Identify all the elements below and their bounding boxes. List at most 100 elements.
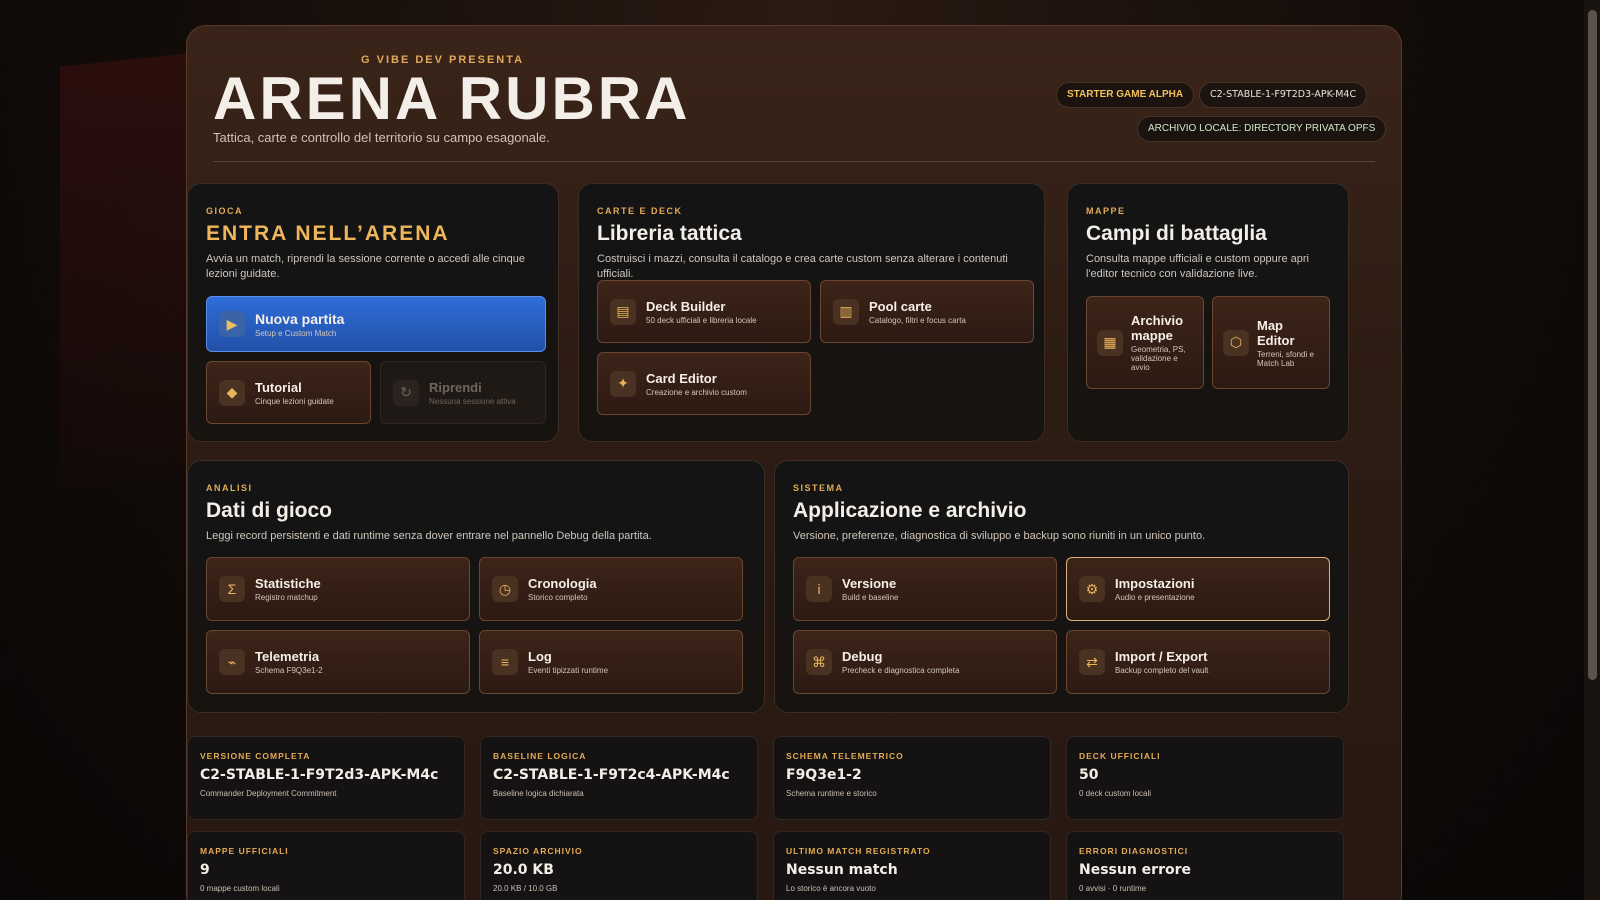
stat-last-match: ULTIMO MATCH REGISTRATO Nessun match Lo …: [773, 831, 1051, 900]
stat-value: 20.0 KB: [493, 862, 554, 878]
log-sub: Eventi tipizzati runtime: [528, 666, 609, 675]
command-icon: ⌘: [806, 649, 832, 675]
statistics-sub: Registro matchup: [255, 593, 318, 602]
stat-key: BASELINE LOGICA: [493, 751, 587, 761]
stat-key: SCHEMA TELEMETRICO: [786, 751, 904, 761]
system-card: SISTEMA Applicazione e archivio Versione…: [774, 460, 1349, 713]
import-export-button[interactable]: ⇄ Import / Export Backup completo del vau…: [1066, 630, 1330, 694]
archive-badge: ARCHIVIO LOCALE: DIRECTORY PRIVATA OPFS: [1137, 116, 1387, 142]
analysis-eyebrow: ANALISI: [206, 483, 253, 493]
play-card: GIOCA ENTRA NELL’ARENA Avvia un match, r…: [187, 183, 559, 442]
stat-sub: Commander Deployment Commitment: [200, 789, 337, 798]
stat-value: 50: [1079, 767, 1099, 783]
card-pool-sub: Catalogo, filtri e focus carta: [869, 315, 966, 325]
map-archive-label: Archivio mappe: [1131, 313, 1184, 343]
debug-button[interactable]: ⌘ Debug Precheck e diagnostica completa: [793, 630, 1057, 694]
map-archive-button[interactable]: ▦ Archivio mappe Geometria, PS, validazio…: [1086, 296, 1204, 389]
statistics-label: Statistiche: [255, 576, 321, 591]
play-desc: Avvia un match, riprendi la sessione cor…: [206, 253, 525, 280]
resume-sub: Nessuna sessione attiva: [429, 396, 516, 406]
new-match-label: Nuova partita: [255, 310, 345, 327]
cards-card: CARTE E DECK Libreria tattica Costruisci…: [578, 183, 1045, 442]
stat-telemetry-schema: SCHEMA TELEMETRICO F9Q3e1-2 Schema runti…: [773, 736, 1051, 820]
stat-official-maps: MAPPE UFFICIALI 9 0 mappe custom locali: [187, 831, 465, 900]
stat-baseline: BASELINE LOGICA C2-STABLE-1-F9T2c4-APK-M…: [480, 736, 758, 820]
hexagon-icon: ⬡: [1223, 329, 1249, 356]
tutorial-sub: Cinque lezioni guidate: [255, 396, 334, 406]
stat-sub: Baseline logica dichiarata: [493, 789, 584, 798]
version-button[interactable]: i Versione Build e baseline: [793, 557, 1057, 621]
cards-eyebrow: CARTE E DECK: [597, 206, 683, 216]
statistics-button[interactable]: Σ Statistiche Registro matchup: [206, 557, 470, 621]
maps-card: MAPPE Campi di battaglia Consulta mappe …: [1067, 183, 1349, 442]
stat-archive-space: SPAZIO ARCHIVIO 20.0 KB 20.0 KB / 10.0 G…: [480, 831, 758, 900]
analysis-desc: Leggi record persistenti e dati runtime …: [206, 530, 652, 542]
game-subtitle: Tattica, carte e controllo del territori…: [213, 130, 550, 145]
map-editor-button[interactable]: ⬡ Map Editor Terreni, sfondi e Match Lab: [1212, 296, 1330, 389]
stat-diagnostic-errors: ERRORI DIAGNOSTICI Nessun errore 0 avvis…: [1066, 831, 1344, 900]
card-editor-sub: Creazione e archivio custom: [646, 387, 747, 397]
log-button[interactable]: ≡ Log Eventi tipizzati runtime: [479, 630, 743, 694]
card-editor-label: Card Editor: [646, 370, 717, 386]
new-match-button[interactable]: ▶ Nuova partita Setup e Custom Match: [206, 296, 546, 352]
sparkle-icon: ✦: [610, 370, 636, 397]
new-match-sub: Setup e Custom Match: [255, 328, 337, 338]
hero-header: G VIBE DEV PRESENTA ARENA RUBRA Tattica,…: [213, 26, 1387, 162]
history-button[interactable]: ◷ Cronologia Storico completo: [479, 557, 743, 621]
stat-key: SPAZIO ARCHIVIO: [493, 846, 583, 856]
background-banner: [60, 53, 190, 487]
stat-key: DECK UFFICIALI: [1079, 751, 1161, 761]
main-menu-panel: G VIBE DEV PRESENTA ARENA RUBRA Tattica,…: [186, 25, 1402, 900]
sigma-icon: Σ: [219, 576, 245, 602]
telemetry-label: Telemetria: [255, 649, 320, 664]
stat-sub: 20.0 KB / 10.0 GB: [493, 884, 558, 893]
stat-key: MAPPE UFFICIALI: [200, 846, 289, 856]
version-label: Versione: [842, 576, 897, 591]
play-eyebrow: GIOCA: [206, 206, 244, 216]
telemetry-sub: Schema F9Q3e1-2: [255, 666, 323, 675]
stat-key: ERRORI DIAGNOSTICI: [1079, 846, 1189, 856]
scrollbar-thumb[interactable]: [1588, 10, 1597, 680]
import-export-label: Import / Export: [1115, 649, 1208, 664]
columns-icon: ▥: [833, 298, 859, 325]
resume-button[interactable]: ↻ Riprendi Nessuna sessione attiva: [380, 361, 546, 424]
play-icon: ▶: [219, 311, 245, 337]
edition-badge: STARTER GAME ALPHA: [1056, 82, 1195, 108]
map-grid-icon: ▦: [1097, 329, 1123, 356]
resume-label: Riprendi: [429, 379, 482, 395]
settings-button[interactable]: ⚙ Impostazioni Audio e presentazione: [1066, 557, 1330, 621]
build-badge: C2-STABLE-1-F9T2D3-APK-M4C: [1199, 82, 1368, 108]
telemetry-button[interactable]: ⌁ Telemetria Schema F9Q3e1-2: [206, 630, 470, 694]
stat-value: 9: [200, 862, 210, 878]
refresh-icon: ↻: [393, 379, 419, 406]
debug-sub: Precheck e diagnostica completa: [842, 666, 960, 675]
deck-builder-sub: 50 deck ufficiali e libreria locale: [646, 315, 757, 325]
stat-value: Nessun match: [786, 862, 898, 878]
info-icon: i: [806, 576, 832, 602]
deck-builder-label: Deck Builder: [646, 298, 726, 314]
gear-icon: ⚙: [1079, 576, 1105, 602]
maps-desc: Consulta mappe ufficiali e custom oppure…: [1086, 253, 1309, 280]
diamond-icon: ◆: [219, 379, 245, 406]
map-archive-sub: Geometria, PS, validazione e avvio: [1131, 345, 1186, 372]
card-pool-button[interactable]: ▥ Pool carte Catalogo, filtri e focus car…: [820, 280, 1034, 343]
history-label: Cronologia: [528, 576, 597, 591]
tutorial-button[interactable]: ◆ Tutorial Cinque lezioni guidate: [206, 361, 371, 424]
card-editor-button[interactable]: ✦ Card Editor Creazione e archivio custom: [597, 352, 811, 415]
deck-builder-button[interactable]: ▤ Deck Builder 50 deck ufficiali e librer…: [597, 280, 811, 343]
stat-official-decks: DECK UFFICIALI 50 0 deck custom locali: [1066, 736, 1344, 820]
tutorial-label: Tutorial: [255, 379, 302, 395]
pulse-icon: ⌁: [219, 649, 245, 675]
analysis-card: ANALISI Dati di gioco Leggi record persi…: [187, 460, 765, 713]
stat-full-version: VERSIONE COMPLETA C2-STABLE-1-F9T2d3-APK…: [187, 736, 465, 820]
play-title: ENTRA NELL’ARENA: [206, 222, 450, 245]
stat-key: VERSIONE COMPLETA: [200, 751, 311, 761]
page-scrollbar[interactable]: [1584, 0, 1600, 900]
clock-icon: ◷: [492, 576, 518, 602]
deck-icon: ▤: [610, 298, 636, 325]
analysis-title: Dati di gioco: [206, 499, 332, 522]
card-pool-label: Pool carte: [869, 298, 932, 314]
stat-key: ULTIMO MATCH REGISTRATO: [786, 846, 931, 856]
settings-sub: Audio e presentazione: [1115, 593, 1195, 602]
stat-sub: 0 mappe custom locali: [200, 884, 280, 893]
